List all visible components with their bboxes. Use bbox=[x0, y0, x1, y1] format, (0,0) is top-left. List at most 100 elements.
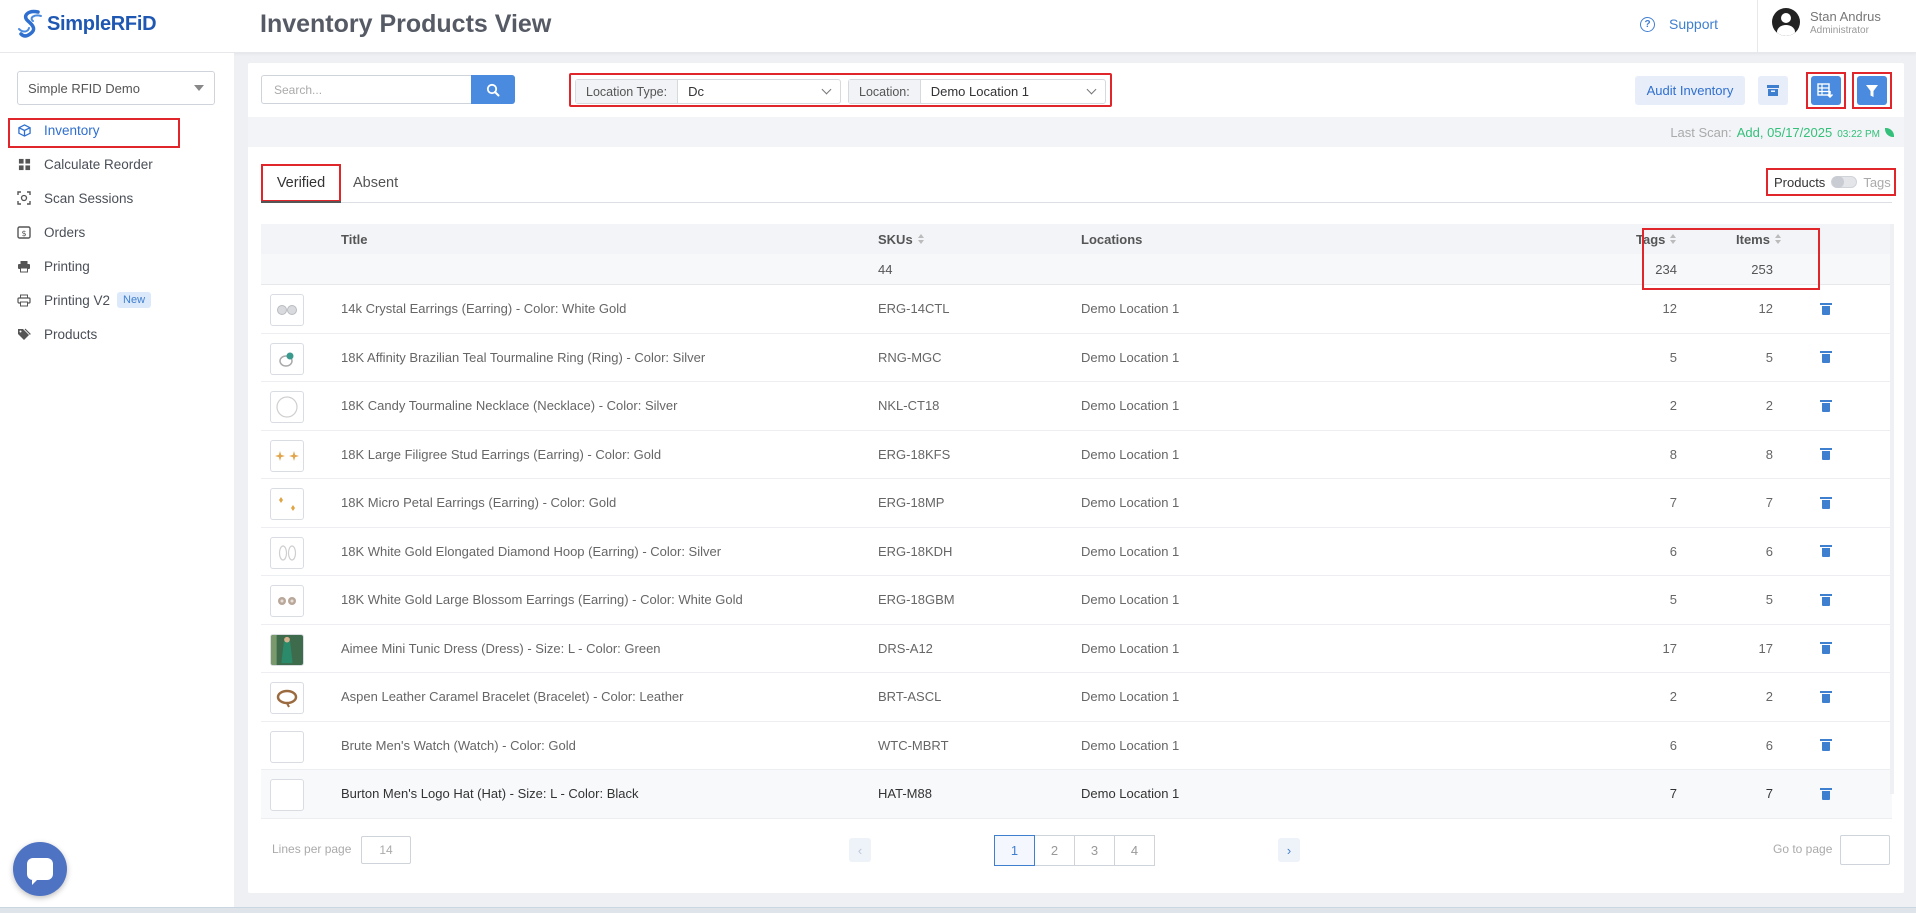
sidebar-item-inventory[interactable]: Inventory bbox=[0, 113, 234, 148]
table-row[interactable]: 18K Large Filigree Stud Earrings (Earrin… bbox=[261, 431, 1892, 479]
row-location: Demo Location 1 bbox=[1081, 786, 1180, 802]
product-thumbnail bbox=[270, 488, 304, 520]
sidebar-item-orders[interactable]: $ Orders bbox=[0, 215, 234, 249]
row-title[interactable]: Aimee Mini Tunic Dress (Dress) - Size: L… bbox=[341, 625, 661, 673]
row-title[interactable]: 14k Crystal Earrings (Earring) - Color: … bbox=[341, 285, 626, 333]
page-button-2[interactable]: 2 bbox=[1034, 835, 1075, 866]
table-row[interactable]: 18K Affinity Brazilian Teal Tourmaline R… bbox=[261, 334, 1892, 382]
status-tabs: Verified Absent bbox=[261, 163, 1892, 203]
table-row[interactable]: 14k Crystal Earrings (Earring) - Color: … bbox=[261, 285, 1892, 334]
support-link[interactable]: ? Support bbox=[1640, 16, 1718, 32]
table-row[interactable]: Burton Men's Logo Hat (Hat) - Size: L - … bbox=[261, 770, 1892, 819]
row-title[interactable]: 18K Affinity Brazilian Teal Tourmaline R… bbox=[341, 334, 705, 382]
delete-button[interactable] bbox=[1820, 382, 1832, 430]
row-sku: ERG-18KFS bbox=[878, 446, 951, 462]
row-title[interactable]: 18K White Gold Elongated Diamond Hoop (E… bbox=[341, 528, 721, 576]
table-row[interactable]: Aspen Leather Caramel Bracelet (Bracelet… bbox=[261, 673, 1892, 722]
delete-button[interactable] bbox=[1820, 431, 1832, 479]
delete-button[interactable] bbox=[1820, 479, 1832, 527]
tags-items-highlight bbox=[1642, 228, 1820, 290]
trash-icon bbox=[1820, 545, 1832, 558]
search-input[interactable] bbox=[261, 75, 471, 104]
previous-page-button[interactable]: ‹ bbox=[849, 838, 871, 862]
sidebar-item-label: Printing bbox=[44, 258, 90, 274]
delete-button[interactable] bbox=[1820, 576, 1832, 624]
archive-button[interactable] bbox=[1758, 76, 1788, 105]
location-type-filter[interactable]: Location Type: Dc bbox=[575, 79, 841, 104]
chat-icon bbox=[27, 858, 53, 885]
row-tags: 5 bbox=[1669, 592, 1677, 608]
tab-absent[interactable]: Absent bbox=[353, 163, 398, 203]
sidebar-item-label: Inventory bbox=[44, 122, 100, 138]
location-select[interactable]: Demo Location 1 bbox=[921, 80, 1105, 103]
products-tags-toggle[interactable]: Products Tags bbox=[1766, 168, 1896, 196]
sidebar-item-scan-sessions[interactable]: Scan Sessions bbox=[0, 181, 234, 215]
row-items: 6 bbox=[1765, 737, 1773, 753]
row-title[interactable]: 18K White Gold Large Blossom Earrings (E… bbox=[341, 576, 743, 624]
delete-button[interactable] bbox=[1820, 528, 1832, 576]
go-to-page-input[interactable] bbox=[1840, 835, 1890, 865]
lines-per-page-input[interactable]: 14 bbox=[361, 836, 411, 864]
location-type-select[interactable]: Dc bbox=[678, 80, 840, 103]
row-title[interactable]: 18K Large Filigree Stud Earrings (Earrin… bbox=[341, 431, 661, 479]
brand-logo[interactable]: SimpleRFiD bbox=[18, 6, 157, 42]
table-row[interactable]: Aimee Mini Tunic Dress (Dress) - Size: L… bbox=[261, 625, 1892, 673]
main-panel: Location Type: Dc Location: Demo Locatio… bbox=[248, 63, 1904, 893]
delete-button[interactable] bbox=[1820, 625, 1832, 673]
sidebar-item-printing[interactable]: Printing bbox=[0, 249, 234, 283]
row-sku: WTC-MBRT bbox=[878, 737, 949, 753]
row-items: 8 bbox=[1765, 446, 1773, 462]
new-badge: New bbox=[117, 292, 152, 308]
row-items: 2 bbox=[1765, 398, 1773, 414]
row-sku: NKL-CT18 bbox=[878, 398, 940, 414]
row-title[interactable]: 18K Micro Petal Earrings (Earring) - Col… bbox=[341, 479, 616, 527]
user-name: Stan Andrus bbox=[1810, 8, 1881, 24]
trash-icon bbox=[1820, 787, 1832, 800]
page-button-1[interactable]: 1 bbox=[994, 835, 1035, 866]
chevron-left-icon: ‹ bbox=[857, 842, 863, 858]
organization-select[interactable]: Simple RFID Demo bbox=[17, 71, 215, 105]
sidebar-item-printing-v2[interactable]: Printing V2 New bbox=[0, 283, 234, 317]
cube-icon bbox=[17, 123, 31, 137]
row-title[interactable]: Burton Men's Logo Hat (Hat) - Size: L - … bbox=[341, 770, 639, 818]
svg-text:$: $ bbox=[21, 229, 26, 238]
next-page-button[interactable]: › bbox=[1278, 838, 1300, 862]
row-title[interactable]: Aspen Leather Caramel Bracelet (Bracelet… bbox=[341, 673, 684, 721]
printer-icon bbox=[17, 293, 31, 307]
page-button-4[interactable]: 4 bbox=[1114, 835, 1155, 866]
delete-button[interactable] bbox=[1820, 673, 1832, 721]
row-tags: 5 bbox=[1669, 349, 1677, 365]
delete-button[interactable] bbox=[1820, 770, 1832, 818]
table-row[interactable]: Brute Men's Watch (Watch) - Color: Gold W… bbox=[261, 722, 1892, 770]
search-button[interactable] bbox=[471, 75, 515, 104]
tags-icon bbox=[17, 327, 31, 341]
trash-icon bbox=[1820, 351, 1832, 364]
table-row[interactable]: 18K Micro Petal Earrings (Earring) - Col… bbox=[261, 479, 1892, 528]
location-filter[interactable]: Location: Demo Location 1 bbox=[848, 79, 1106, 104]
delete-button[interactable] bbox=[1820, 334, 1832, 382]
row-title[interactable]: Brute Men's Watch (Watch) - Color: Gold bbox=[341, 722, 576, 770]
user-menu[interactable]: Stan Andrus Administrator bbox=[1772, 8, 1881, 36]
brand-name: SimpleRFiD bbox=[47, 12, 157, 35]
page-button-3[interactable]: 3 bbox=[1074, 835, 1115, 866]
audit-inventory-button[interactable]: Audit Inventory bbox=[1635, 76, 1745, 105]
table-row[interactable]: 18K Candy Tourmaline Necklace (Necklace)… bbox=[261, 382, 1892, 431]
column-skus[interactable]: SKUs bbox=[878, 224, 924, 254]
sidebar-item-calculate-reorder[interactable]: Calculate Reorder bbox=[0, 147, 234, 181]
table-scrollbar[interactable] bbox=[1890, 224, 1894, 794]
table-row[interactable]: 18K White Gold Elongated Diamond Hoop (E… bbox=[261, 528, 1892, 576]
table-row[interactable]: 18K White Gold Large Blossom Earrings (E… bbox=[261, 576, 1892, 625]
top-header: SimpleRFiD Inventory Products View ? Sup… bbox=[0, 0, 1916, 53]
view-switch[interactable] bbox=[1831, 176, 1858, 188]
row-tags: 7 bbox=[1669, 495, 1677, 511]
row-items: 2 bbox=[1765, 689, 1773, 705]
sidebar: Simple RFID Demo Inventory Calculate Reo… bbox=[0, 53, 234, 913]
row-title[interactable]: 18K Candy Tourmaline Necklace (Necklace)… bbox=[341, 382, 677, 430]
chat-widget-button[interactable] bbox=[13, 842, 67, 896]
caret-down-icon bbox=[194, 85, 204, 91]
trash-icon bbox=[1820, 690, 1832, 703]
sidebar-item-products[interactable]: Products bbox=[0, 317, 234, 351]
delete-button[interactable] bbox=[1820, 285, 1832, 333]
column-locations: Locations bbox=[1081, 231, 1143, 247]
delete-button[interactable] bbox=[1820, 722, 1832, 770]
